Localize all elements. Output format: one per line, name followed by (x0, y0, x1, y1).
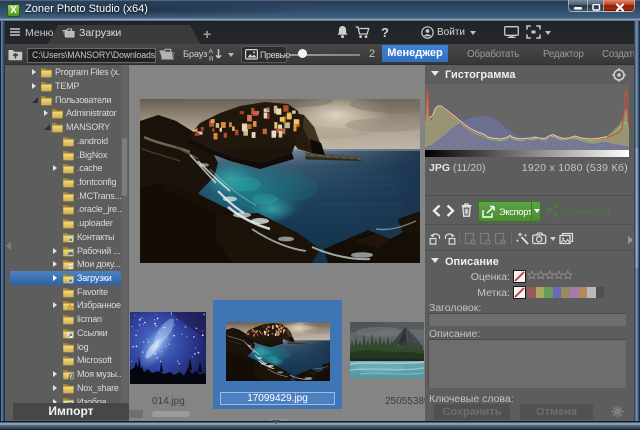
svg-text:А: А (209, 49, 214, 56)
svg-text:Я: Я (209, 56, 214, 62)
